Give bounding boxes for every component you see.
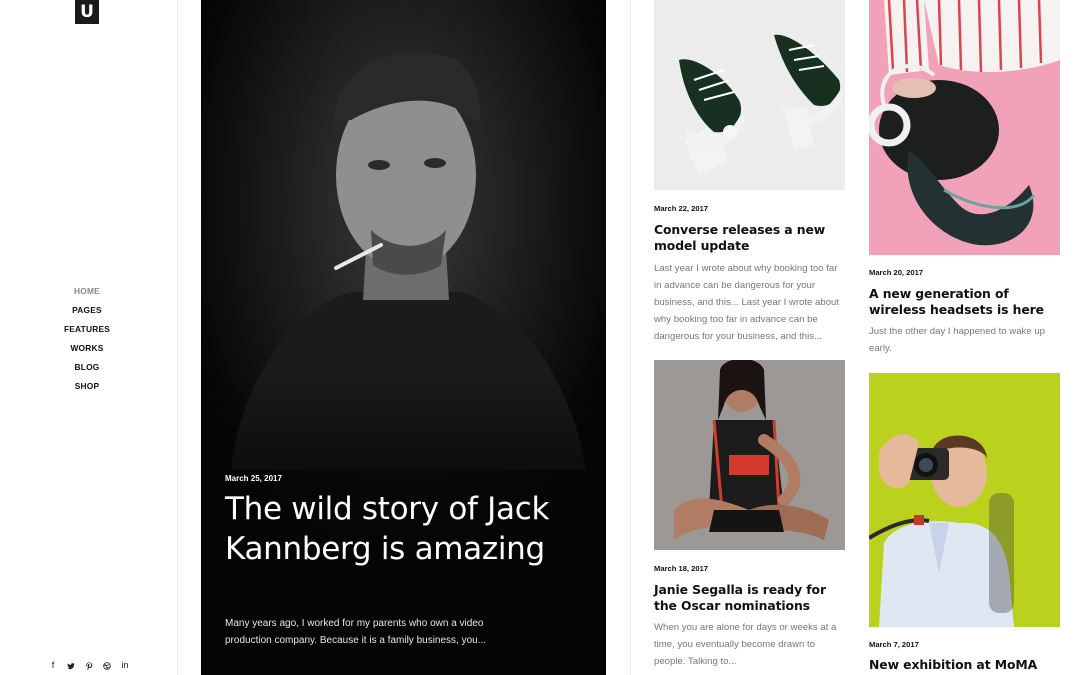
nav-item-home[interactable]: HOME <box>0 285 174 304</box>
post-image <box>869 0 1060 255</box>
post-date: March 7, 2017 <box>869 640 919 649</box>
sidebar: U HOME PAGES FEATURES WORKS BLOG SHOP f … <box>0 0 178 675</box>
column-divider <box>630 0 631 675</box>
post-card[interactable]: March 7, 2017 New exhibition at MoMA <box>869 373 1060 675</box>
post-date: March 18, 2017 <box>654 564 709 573</box>
post-title[interactable]: Janie Segalla is ready for the Oscar nom… <box>654 582 845 614</box>
nav-item-pages[interactable]: PAGES <box>0 304 174 323</box>
post-excerpt: When you are alone for days or weeks at … <box>654 622 837 667</box>
post-title[interactable]: A new generation of wireless headsets is… <box>869 286 1060 318</box>
post-card[interactable]: March 18, 2017 Janie Segalla is ready fo… <box>654 360 845 675</box>
social-links: f in <box>44 658 134 672</box>
facebook-icon[interactable]: f <box>44 658 62 672</box>
post-card[interactable]: March 20, 2017 A new generation of wirel… <box>869 0 1060 358</box>
site-logo[interactable]: U <box>75 0 99 24</box>
nav-item-blog[interactable]: BLOG <box>0 361 174 380</box>
post-excerpt: Just the other day I happened to wake up… <box>869 326 1046 354</box>
post-image <box>654 360 845 550</box>
post-excerpt: Last year I wrote about why booking too … <box>654 263 840 342</box>
nav-item-shop[interactable]: SHOP <box>0 380 174 399</box>
featured-post[interactable]: March 25, 2017 The wild story of Jack Ka… <box>201 0 606 675</box>
featured-post-title[interactable]: The wild story of Jack Kannberg is amazi… <box>225 490 565 569</box>
post-title[interactable]: New exhibition at MoMA <box>869 657 1060 673</box>
post-image <box>654 0 845 190</box>
dribbble-icon[interactable] <box>98 658 116 672</box>
post-date: March 20, 2017 <box>869 268 924 277</box>
post-image <box>869 373 1060 627</box>
post-card[interactable]: March 22, 2017 Converse releases a new m… <box>654 0 845 345</box>
post-date: March 22, 2017 <box>654 204 709 213</box>
featured-post-image <box>201 0 606 675</box>
nav-item-features[interactable]: FEATURES <box>0 323 174 342</box>
post-title[interactable]: Converse releases a new model update <box>654 222 845 254</box>
nav-item-works[interactable]: WORKS <box>0 342 174 361</box>
featured-post-excerpt: Many years ago, I worked for my parents … <box>225 618 487 646</box>
linkedin-icon[interactable]: in <box>116 658 134 672</box>
pinterest-icon[interactable] <box>80 658 98 672</box>
twitter-icon[interactable] <box>62 658 80 672</box>
featured-post-date: March 25, 2017 <box>225 474 282 483</box>
main-nav: HOME PAGES FEATURES WORKS BLOG SHOP <box>0 285 174 399</box>
